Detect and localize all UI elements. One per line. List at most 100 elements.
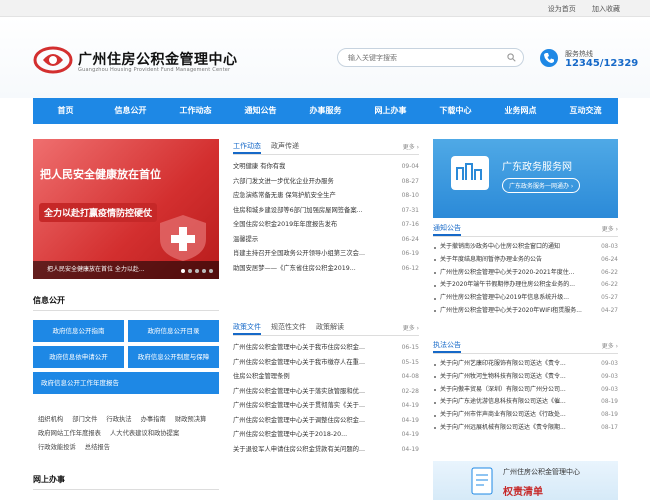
list-item[interactable]: 关于向广州牧河生物科技有限公司送达《责令... 09-03 (433, 371, 618, 384)
list-item[interactable]: 广州住房公积金管理中心关于落实放管服和优... 02-28 (233, 385, 419, 400)
tab-policy-docs[interactable]: 政策文件 (233, 320, 261, 335)
link-budget[interactable]: 财政预决算 (175, 416, 206, 423)
carousel-banner[interactable]: 把人民安全健康放在首位 全力以赴打赢疫情防控硬仗 把人民安全健康放在首位 全力以… (33, 139, 219, 279)
tab-policy-interpret[interactable]: 政策解读 (316, 320, 344, 335)
policy-more-link[interactable]: 更多 › (403, 323, 419, 332)
list-item-title[interactable]: 关于撤销南沙政务中心住房公积金窗口的通知 (433, 241, 560, 254)
set-home-link[interactable]: 设为首页 (548, 5, 576, 13)
nav-branches[interactable]: 业务网点 (488, 98, 553, 124)
list-item-title[interactable]: 广州住房公积金管理中心关于我市住房公积金... (233, 341, 365, 356)
list-item-title[interactable]: 温馨提示 (233, 233, 258, 248)
list-item-title[interactable]: 六部门发文进一步优化企业开办服务 (233, 175, 334, 190)
list-item-title[interactable]: 全国住房公积金2019年年度报告发布 (233, 218, 337, 233)
tab-policy-voice[interactable]: 政声传递 (271, 139, 299, 154)
list-item-title[interactable]: 助国安居梦——《广东省住房公积金2019... (233, 262, 356, 277)
nav-home[interactable]: 首页 (33, 98, 98, 124)
notice-more-link[interactable]: 更多 › (602, 224, 618, 233)
nav-info-open[interactable]: 信息公开 (98, 98, 163, 124)
list-item-title[interactable]: 广州住房公积金管理中心关于2018-20... (233, 428, 347, 443)
nav-online[interactable]: 网上办事 (358, 98, 423, 124)
list-item-title[interactable]: 广州住房公积金管理中心关于2020-2021年度住... (433, 267, 574, 280)
list-item[interactable]: 六部门发文进一步优化企业开办服务 08-27 (233, 175, 419, 190)
list-item-title[interactable]: 文明健康 有你有我 (233, 160, 285, 175)
add-favorite-link[interactable]: 加入收藏 (592, 5, 620, 13)
list-item-title[interactable]: 广州住房公积金管理中心关于落实放管服和优... (233, 385, 365, 400)
link-complaints[interactable]: 行政效能投诉 (38, 444, 76, 451)
list-item-title[interactable]: 关于向广东途优游信息科技有限公司送达《催... (433, 396, 566, 409)
list-item[interactable]: 关于向广州市伴声商业有限公司送达《行政处... 08-19 (433, 409, 618, 422)
list-item[interactable]: 文明健康 有你有我 09-04 (233, 160, 419, 175)
list-item[interactable]: 应急演练常备无患 保驾护航安全生产 08-10 (233, 189, 419, 204)
gov-service-banner[interactable]: 广东政务服务网 广东政务服务一网通办 › (433, 139, 618, 218)
news-more-link[interactable]: 更多 › (403, 142, 419, 151)
list-item[interactable]: 肖建主持召开全国政务公开领导小组第三次会... 06-19 (233, 247, 419, 262)
law-title[interactable]: 执法公告 (433, 338, 461, 353)
list-item[interactable]: 广州住房公积金管理中心关于我市缴存人在重... 05-15 (233, 356, 419, 371)
list-item[interactable]: 关于退役军人申请住房公积金贷款有关问题的... 04-19 (233, 443, 419, 458)
list-item-title[interactable]: 关于2020年端午节假期停办理住房公积金业务的... (433, 279, 575, 292)
carousel-dot[interactable] (195, 269, 199, 273)
search-input[interactable] (338, 49, 498, 66)
logo-icon[interactable] (33, 46, 73, 74)
carousel-dot[interactable] (181, 269, 185, 273)
list-item-title[interactable]: 广州住房公积金管理中心关于我市缴存人在重... (233, 356, 365, 371)
list-item-title[interactable]: 广州住房公积金管理中心关于贯彻落实《关于... (233, 399, 365, 414)
nav-interaction[interactable]: 互动交流 (553, 98, 618, 124)
info-request-button[interactable]: 政府信息依申请公开 (33, 346, 124, 368)
list-item[interactable]: 助国安居梦——《广东省住房公积金2019... 06-12 (233, 262, 419, 277)
link-summary[interactable]: 总结报告 (85, 444, 110, 451)
nav-services[interactable]: 办事服务 (293, 98, 358, 124)
tab-normative-docs[interactable]: 规范性文件 (271, 320, 306, 335)
list-item-title[interactable]: 住房和城乡建设部等6部门加强房屋网签备案... (233, 204, 363, 219)
link-proposals[interactable]: 人大代表建议和政协提案 (110, 430, 179, 437)
list-item-title[interactable]: 住房公积金管理条例 (233, 370, 290, 385)
list-item[interactable]: 关于2020年端午节假期停办理住房公积金业务的... 06-22 (433, 279, 618, 292)
list-item[interactable]: 广州住房公积金管理中心关于2018-20... 04-19 (233, 428, 419, 443)
duty-list-banner[interactable]: 广州住房公积金管理中心 权责清单 (433, 461, 618, 500)
list-item[interactable]: 广州住房公积金管理中心关于2020年WIFI租赁服务... 04-27 (433, 305, 618, 318)
list-item-title[interactable]: 关于向广州市伴声商业有限公司送达《行政处... (433, 409, 566, 422)
nav-work-news[interactable]: 工作动态 (163, 98, 228, 124)
info-guide-button[interactable]: 政府信息公开指南 (33, 320, 124, 342)
list-item-title[interactable]: 关于向广州艺康印花服饰有限公司送达《责令... (433, 358, 566, 371)
carousel-dot[interactable] (188, 269, 192, 273)
list-item[interactable]: 住房公积金管理条例 04-08 (233, 370, 419, 385)
carousel-dot[interactable] (209, 269, 213, 273)
list-item[interactable]: 关于向傲丰贸易（深圳）有限公司广州分公司... 09-03 (433, 384, 618, 397)
list-item[interactable]: 关于年度结息期间暂停办理业务的公告 06-24 (433, 254, 618, 267)
info-system-button[interactable]: 政府信息公开制度与保障 (128, 346, 219, 368)
link-guides[interactable]: 办事指南 (141, 416, 166, 423)
tab-work-news[interactable]: 工作动态 (233, 139, 261, 154)
link-enforcement[interactable]: 行政执法 (106, 416, 131, 423)
list-item-title[interactable]: 广州住房公积金管理中心关于调整住房公积金... (233, 414, 365, 429)
link-organization[interactable]: 组织机构 (38, 416, 63, 423)
list-item[interactable]: 关于向广东途优游信息科技有限公司送达《催... 08-19 (433, 396, 618, 409)
nav-downloads[interactable]: 下载中心 (423, 98, 488, 124)
notice-title[interactable]: 通知公告 (433, 221, 461, 236)
list-item-title[interactable]: 应急演练常备无患 保驾护航安全生产 (233, 189, 336, 204)
link-website-report[interactable]: 政府网站工作年度报表 (38, 430, 101, 437)
list-item-title[interactable]: 关于年度结息期间暂停办理业务的公告 (433, 254, 542, 267)
list-item[interactable]: 广州住房公积金管理中心关于2020-2021年度住... 06-22 (433, 267, 618, 280)
info-catalog-button[interactable]: 政府信息公开目录 (128, 320, 219, 342)
list-item[interactable]: 广州住房公积金管理中心关于贯彻落实《关于... 04-19 (233, 399, 419, 414)
link-department-docs[interactable]: 部门文件 (72, 416, 97, 423)
list-item[interactable]: 关于向广州艺康印花服饰有限公司送达《责令... 09-03 (433, 358, 618, 371)
list-item-title[interactable]: 关于退役军人申请住房公积金贷款有关问题的... (233, 443, 365, 458)
list-item[interactable]: 广州住房公积金管理中心关于我市住房公积金... 06-15 (233, 341, 419, 356)
list-item-title[interactable]: 关于向广州牧河生物科技有限公司送达《责令... (433, 371, 566, 384)
carousel-dot[interactable] (202, 269, 206, 273)
list-item[interactable]: 住房和城乡建设部等6部门加强房屋网签备案... 07-31 (233, 204, 419, 219)
search-icon[interactable] (507, 53, 516, 62)
gov-service-subtitle[interactable]: 广东政务服务一网通办 › (502, 178, 581, 193)
list-item[interactable]: 温馨提示 06-24 (233, 233, 419, 248)
list-item-title[interactable]: 广州住房公积金管理中心2019年信息系统升级... (433, 292, 569, 305)
law-more-link[interactable]: 更多 › (602, 341, 618, 350)
list-item[interactable]: 关于撤销南沙政务中心住房公积金窗口的通知 08-03 (433, 241, 618, 254)
list-item[interactable]: 广州住房公积金管理中心2019年信息系统升级... 05-27 (433, 292, 618, 305)
list-item-title[interactable]: 广州住房公积金管理中心关于2020年WIFI租赁服务... (433, 305, 582, 318)
list-item-title[interactable]: 肖建主持召开全国政务公开领导小组第三次会... (233, 247, 365, 262)
list-item[interactable]: 全国住房公积金2019年年度报告发布 07-16 (233, 218, 419, 233)
list-item-title[interactable]: 关于向傲丰贸易（深圳）有限公司广州分公司... (433, 384, 566, 397)
info-annual-report-button[interactable]: 政府信息公开工作年度报告 (33, 372, 219, 394)
